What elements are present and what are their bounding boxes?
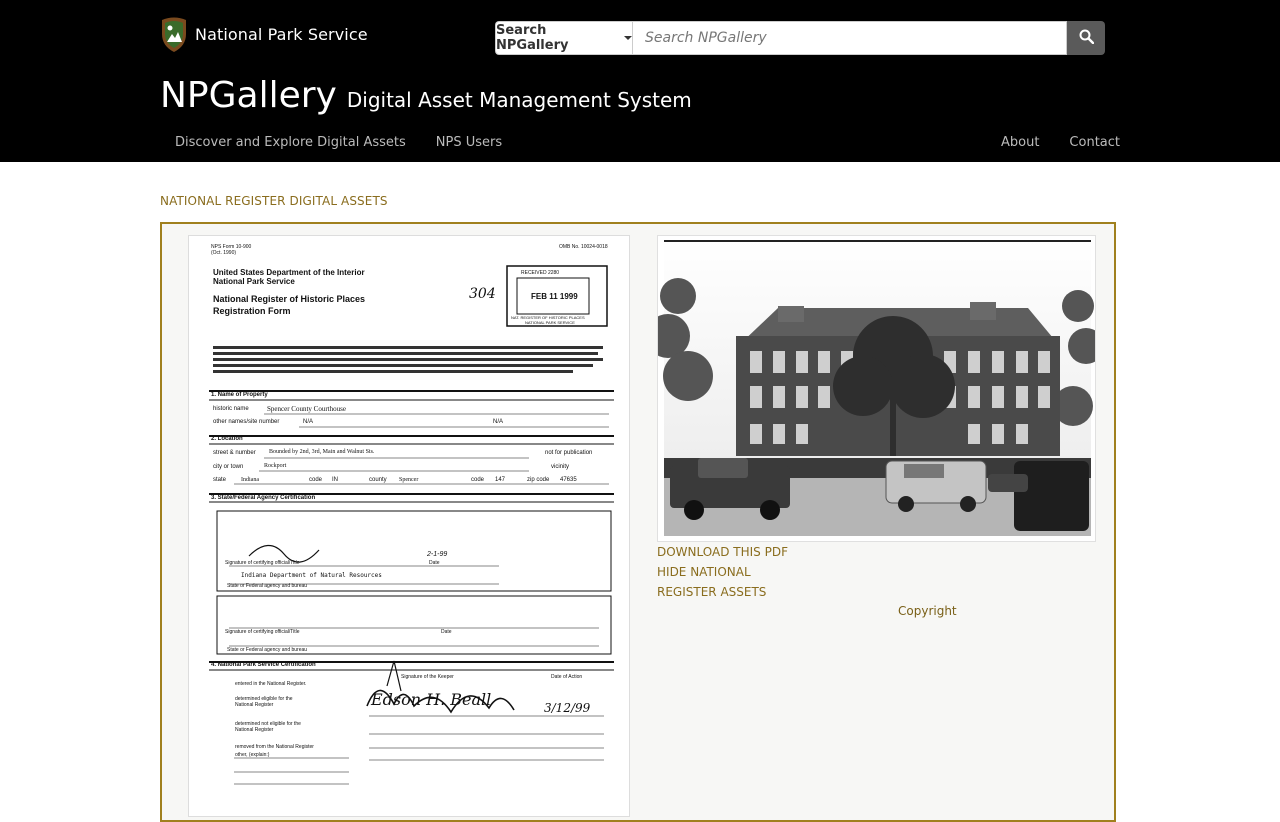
hide-register-link-line2[interactable]: REGISTER ASSETS xyxy=(657,582,788,602)
other-label: other, (explain:) xyxy=(235,752,270,758)
agency-name: Indiana Department of Natural Resources xyxy=(241,572,382,579)
entered-label: entered in the National Register. xyxy=(235,681,307,687)
state-code-value: IN xyxy=(332,477,338,483)
site-brand[interactable]: NPGallery Digital Asset Management Syste… xyxy=(160,74,692,118)
handwritten-number: 304 xyxy=(469,286,496,302)
other-names-value: N/A xyxy=(303,419,314,425)
section-4-heading: 4. National Park Service Certification xyxy=(211,662,316,668)
date-of-action-label: Date of Action xyxy=(551,674,583,680)
county-label: county xyxy=(369,477,387,483)
section-2-heading: 2. Location xyxy=(211,436,243,442)
asset-links: DOWNLOAD THIS PDF HIDE NATIONAL REGISTER… xyxy=(657,542,788,602)
form-title-2: Registration Form xyxy=(213,306,291,316)
form-title-1: National Register of Historic Places xyxy=(213,294,366,304)
keeper-signature: Edson H. Beall xyxy=(371,690,492,709)
main-nav: Discover and Explore Digital Assets NPS … xyxy=(160,124,517,162)
nomination-form-thumbnail[interactable]: NPS Form 10-900 (Oct. 1990) OMB No. 1002… xyxy=(188,235,630,817)
form-agency: National Park Service xyxy=(213,277,295,286)
search-scope-label: Search NPGallery xyxy=(496,23,569,53)
keeper-label: Signature of the Keeper xyxy=(401,674,454,680)
section-title: NATIONAL REGISTER DIGITAL ASSETS xyxy=(160,194,388,208)
date-label-2: Date xyxy=(441,629,452,635)
agency-label-2: State or Federal agency and bureau xyxy=(227,647,308,653)
city-value: Rockport xyxy=(264,463,287,469)
hide-register-link-line1[interactable]: HIDE NATIONAL xyxy=(657,562,788,582)
secondary-nav: About Contact xyxy=(986,124,1135,162)
removed-label: removed from the National Register xyxy=(235,744,314,750)
stamp-date: FEB 11 1999 xyxy=(531,292,578,301)
nps-logo[interactable]: National Park Service xyxy=(160,16,368,52)
signature-title-label: Signature of certifying official/Title xyxy=(225,560,300,566)
search-bar: Search NPGallery xyxy=(495,21,1105,55)
courthouse-photo xyxy=(658,240,1095,536)
form-dept: United States Department of the Interior xyxy=(213,268,365,277)
search-button[interactable] xyxy=(1067,21,1105,55)
caret-down-icon xyxy=(624,36,632,40)
keeper-date: 3/12/99 xyxy=(544,701,591,715)
street-value: Bounded by 2nd, 3rd, Main and Walnut Sts… xyxy=(269,449,375,455)
nav-discover[interactable]: Discover and Explore Digital Assets xyxy=(160,124,421,162)
copyright-link[interactable]: Copyright xyxy=(898,604,957,618)
historic-name-label: historic name xyxy=(213,406,249,412)
nav-contact[interactable]: Contact xyxy=(1054,124,1135,162)
zip-value: 47635 xyxy=(560,477,577,483)
historic-name-value: Spencer County Courthouse xyxy=(267,405,346,413)
brand-title: NPGallery xyxy=(160,75,337,116)
agency-label: State or Federal agency and bureau xyxy=(227,583,308,589)
state-label: state xyxy=(213,477,227,483)
county-code-value: 147 xyxy=(495,477,506,483)
search-input[interactable] xyxy=(632,21,1067,55)
stamp-footer-2: NATIONAL PARK SERVICE xyxy=(525,320,575,325)
signature-title-label-2: Signature of certifying official/Title xyxy=(225,629,300,635)
other-names-value-2: N/A xyxy=(493,419,504,425)
vicinity-label: vicinity xyxy=(551,464,570,470)
certification-date: 2-1-99 xyxy=(427,551,448,558)
site-header: National Park Service Search NPGallery N… xyxy=(0,0,1280,162)
arrowhead-icon xyxy=(160,16,188,52)
nav-about[interactable]: About xyxy=(986,124,1054,162)
search-icon xyxy=(1079,29,1094,48)
zip-label: zip code xyxy=(527,477,550,483)
other-names-label: other names/site number xyxy=(213,419,280,425)
not-eligible-label: determined not eligible for the National… xyxy=(235,721,301,733)
asset-panel: NPS Form 10-900 (Oct. 1990) OMB No. 1002… xyxy=(160,222,1116,822)
date-label: Date xyxy=(429,560,440,566)
courthouse-photo-thumbnail[interactable] xyxy=(657,235,1096,542)
code-label: code xyxy=(309,477,323,483)
omb-number: OMB No. 10024-0018 xyxy=(559,244,608,250)
street-label: street & number xyxy=(213,450,256,456)
stamp-received: RECEIVED 2280 xyxy=(521,270,560,276)
city-label: city or town xyxy=(213,464,244,470)
nav-nps-users[interactable]: NPS Users xyxy=(421,124,517,162)
search-scope-dropdown[interactable]: Search NPGallery xyxy=(495,21,632,55)
eligible-label: determined eligible for the National Reg… xyxy=(235,696,293,708)
state-value: Indiana xyxy=(241,477,259,483)
section-3-heading: 3. State/Federal Agency Certification xyxy=(211,495,316,501)
download-pdf-link[interactable]: DOWNLOAD THIS PDF xyxy=(657,542,788,562)
county-code-label: code xyxy=(471,477,485,483)
section-1-heading: 1. Name of Property xyxy=(211,392,268,398)
brand-subtitle: Digital Asset Management System xyxy=(346,88,692,112)
nps-logo-text: National Park Service xyxy=(195,24,368,44)
form-date: (Oct. 1990) xyxy=(211,250,237,256)
not-for-publication: not for publication xyxy=(545,450,593,456)
county-value: Spencer xyxy=(399,477,419,483)
